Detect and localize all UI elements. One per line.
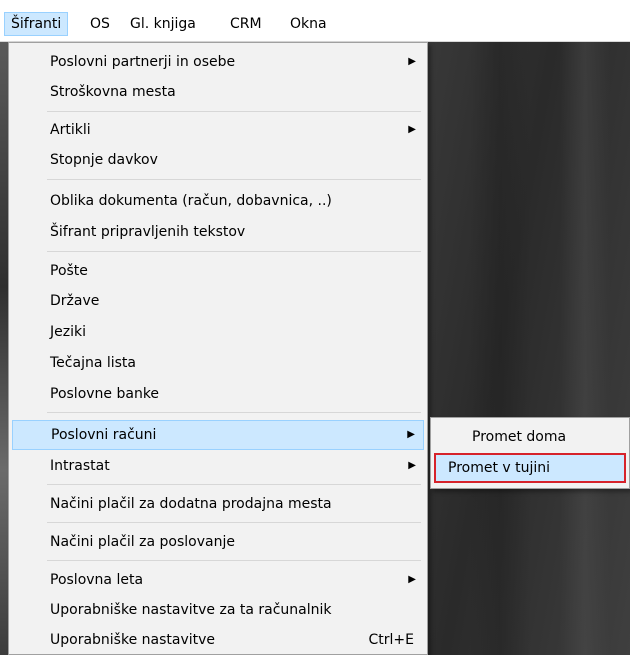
menu-item-label: Stroškovna mesta <box>50 84 176 100</box>
menu-item-label: Načini plačil za dodatna prodajna mesta <box>50 496 332 512</box>
menu-item-oblika-dokumenta[interactable]: Oblika dokumenta (račun, dobavnica, ..) <box>12 186 424 216</box>
menu-item-tecajna-lista[interactable]: Tečajna lista <box>12 348 424 378</box>
menu-item-label: Šifrant pripravljenih tekstov <box>50 224 246 240</box>
menu-separator <box>47 412 421 413</box>
menu-item-drzave[interactable]: Države <box>12 286 424 316</box>
menu-item-artikli[interactable]: Artikli ▶ <box>12 115 424 145</box>
menu-item-poste[interactable]: Pošte <box>12 256 424 286</box>
menu-item-poslovni-racuni[interactable]: Poslovni računi ▶ <box>12 420 424 450</box>
menu-sifranti[interactable]: Šifranti <box>4 12 69 36</box>
menu-item-label: Poslovni partnerji in osebe <box>50 54 236 70</box>
submenu-arrow-icon: ▶ <box>408 574 416 585</box>
menu-item-label: Poslovne banke <box>50 386 160 402</box>
menu-gl-knjiga[interactable]: Gl. knjiga <box>124 12 202 36</box>
background-streak <box>470 42 530 655</box>
menu-item-label: Poslovni računi <box>51 427 157 443</box>
menu-os[interactable]: OS <box>84 12 116 36</box>
menu-item-stopnje-davkov[interactable]: Stopnje davkov <box>12 145 424 175</box>
menu-item-label: Uporabniške nastavitve za ta računalnik <box>50 602 332 618</box>
menu-item-nastavitve-racunalnik[interactable]: Uporabniške nastavitve za ta računalnik <box>12 595 424 625</box>
menu-crm[interactable]: CRM <box>224 12 268 36</box>
menu-bar: Šifranti OS Gl. knjiga CRM Okna <box>0 0 630 42</box>
menu-item-nacini-placil-poslovanje[interactable]: Načini plačil za poslovanje <box>12 527 424 557</box>
menu-separator <box>47 522 421 523</box>
menu-item-label: Uporabniške nastavitve <box>50 632 216 648</box>
menu-item-label: Jeziki <box>50 324 86 340</box>
shortcut-label: Ctrl+E <box>368 632 415 648</box>
menu-okna[interactable]: Okna <box>284 12 333 36</box>
menu-separator <box>47 484 421 485</box>
menu-item-label: Artikli <box>50 122 91 138</box>
menu-item-poslovne-banke[interactable]: Poslovne banke <box>12 379 424 409</box>
menu-separator <box>47 560 421 561</box>
menu-item-label: Poslovna leta <box>50 572 144 588</box>
menu-item-label: Tečajna lista <box>50 355 136 371</box>
submenu-arrow-icon: ▶ <box>408 124 416 135</box>
menu-item-nacini-placil-prodajna[interactable]: Načini plačil za dodatna prodajna mesta <box>12 489 424 519</box>
submenu-item-promet-v-tujini[interactable]: Promet v tujini <box>434 453 626 483</box>
menu-item-label: Intrastat <box>50 458 110 474</box>
menu-item-jeziki[interactable]: Jeziki <box>12 317 424 347</box>
menu-item-uporabniske-nastavitve[interactable]: Uporabniške nastavitve Ctrl+E <box>12 625 424 655</box>
menu-item-label: Promet v tujini <box>448 460 551 476</box>
menu-item-label: Stopnje davkov <box>50 152 158 168</box>
submenu-item-promet-doma[interactable]: Promet doma <box>434 422 626 452</box>
menu-item-poslovni-partnerji[interactable]: Poslovni partnerji in osebe ▶ <box>12 47 424 77</box>
menu-separator <box>47 251 421 252</box>
menu-item-poslovna-leta[interactable]: Poslovna leta ▶ <box>12 565 424 595</box>
submenu-arrow-icon: ▶ <box>408 460 416 471</box>
menu-item-label: Oblika dokumenta (račun, dobavnica, ..) <box>50 193 332 209</box>
menu-item-label: Načini plačil za poslovanje <box>50 534 235 550</box>
menu-item-label: Pošte <box>50 263 88 279</box>
menu-item-stroskovna-mesta[interactable]: Stroškovna mesta <box>12 77 424 107</box>
menu-separator <box>47 111 421 112</box>
menu-item-sifrant-tekstov[interactable]: Šifrant pripravljenih tekstov <box>12 217 424 247</box>
menu-item-label: Države <box>50 293 100 309</box>
left-edge-strip <box>0 42 8 655</box>
sifranti-dropdown: Poslovni partnerji in osebe ▶ Stroškovna… <box>8 42 428 655</box>
poslovni-racuni-submenu: Promet doma Promet v tujini <box>430 417 630 489</box>
submenu-arrow-icon: ▶ <box>408 56 416 67</box>
submenu-arrow-icon: ▶ <box>407 429 415 440</box>
background-streak <box>560 42 610 655</box>
menu-item-intrastat[interactable]: Intrastat ▶ <box>12 451 424 481</box>
menu-separator <box>47 179 421 180</box>
menu-item-label: Promet doma <box>472 429 567 445</box>
